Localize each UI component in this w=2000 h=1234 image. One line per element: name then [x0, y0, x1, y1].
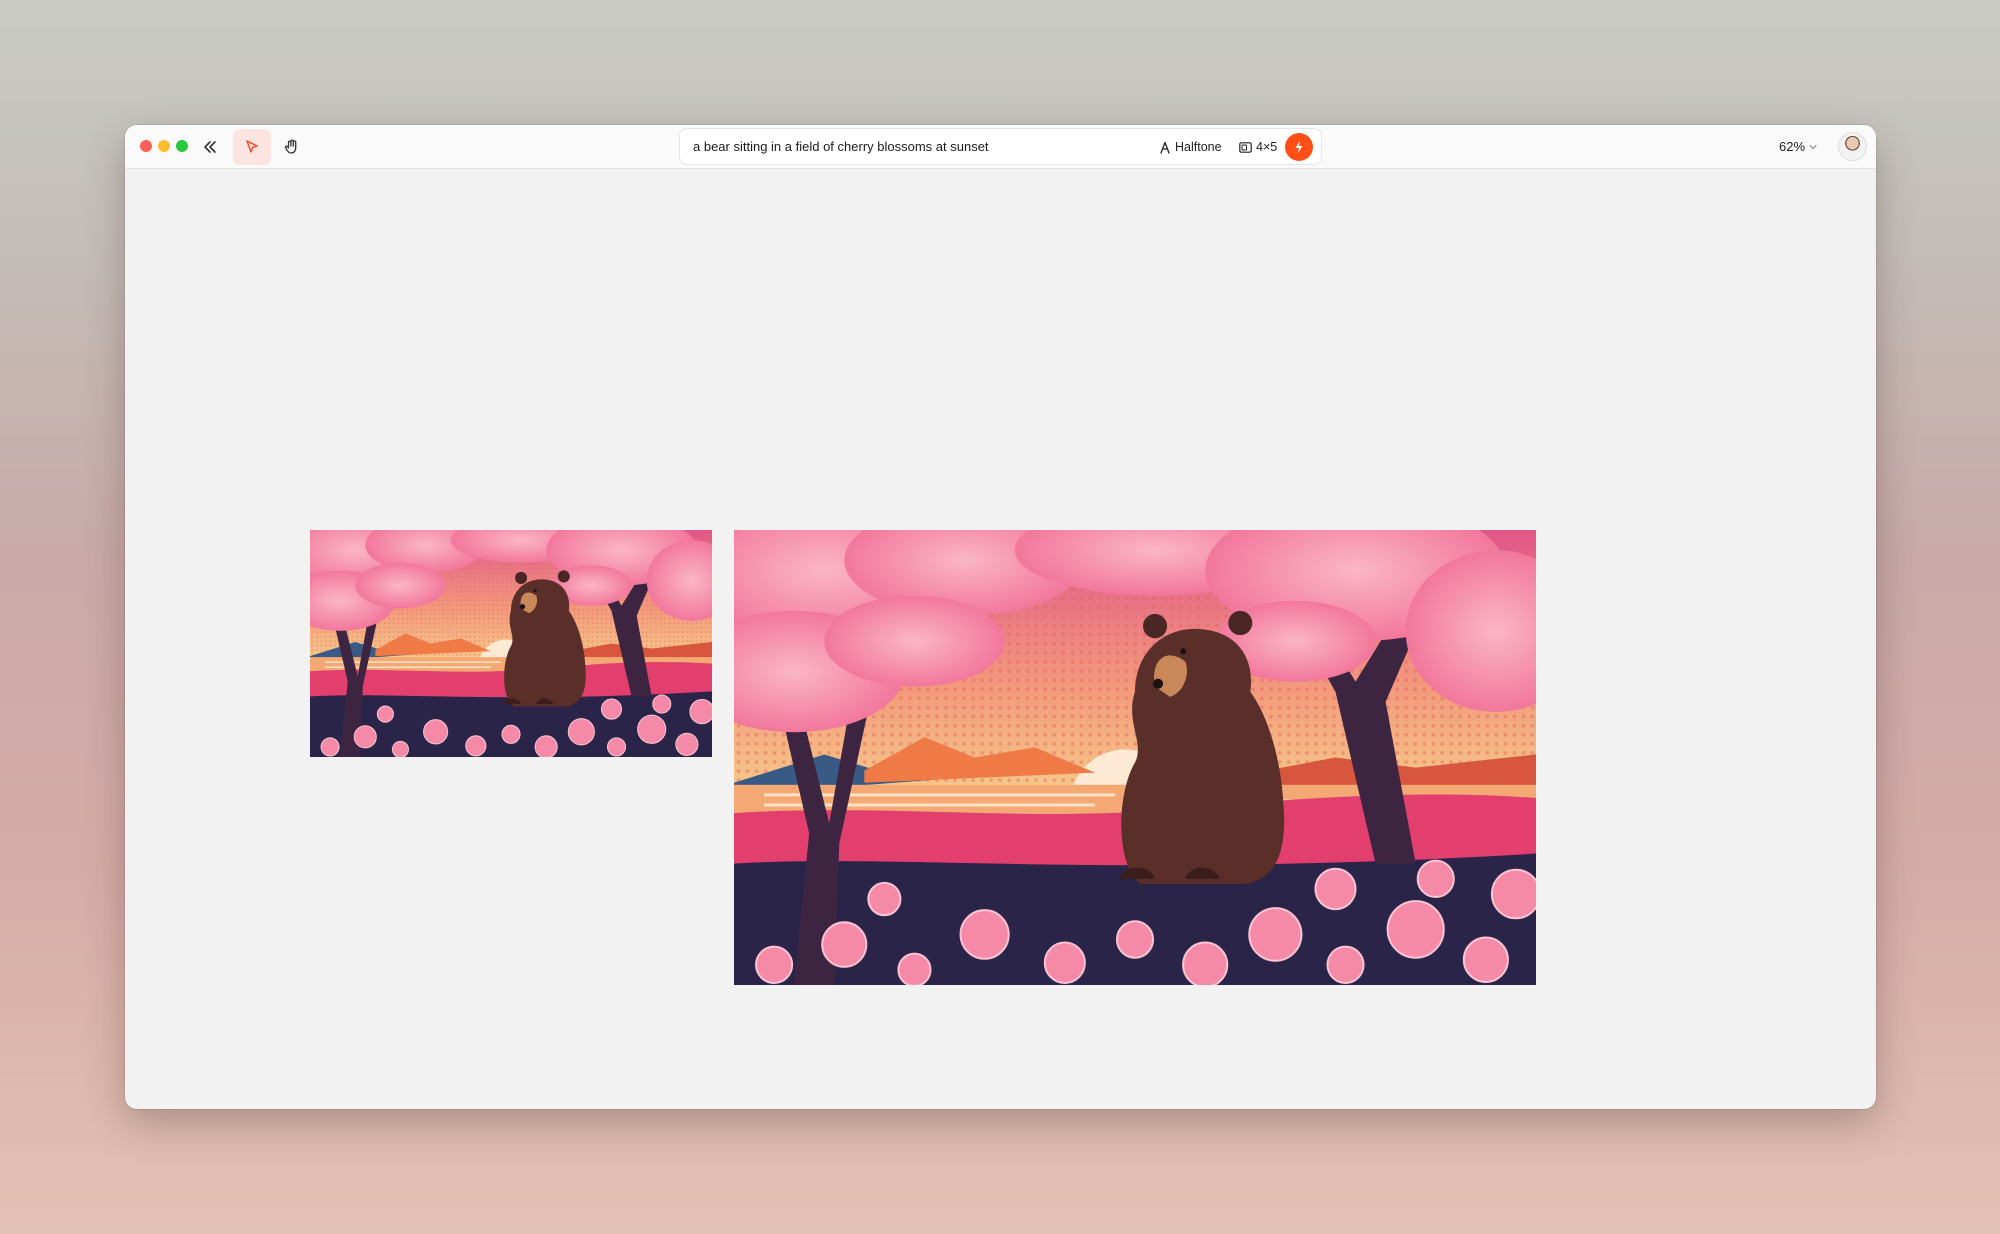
canvas[interactable]	[125, 169, 1876, 1109]
collapse-sidebar-button[interactable]	[197, 134, 223, 160]
hand-icon	[284, 139, 297, 154]
select-tool-button[interactable]	[233, 129, 271, 165]
generated-image-thumbnail[interactable]	[310, 530, 712, 757]
prompt-input[interactable]: a bear sitting in a field of cherry blos…	[693, 139, 989, 154]
style-label: Halftone	[1175, 140, 1222, 154]
app-window: a bear sitting in a field of cherry blos…	[125, 125, 1876, 1109]
generated-image-main[interactable]	[734, 530, 1536, 985]
minimize-window-button[interactable]	[158, 140, 170, 152]
artwork-illustration	[734, 530, 1536, 985]
aspect-ratio-icon	[1239, 141, 1252, 153]
chevron-down-icon	[1809, 144, 1817, 149]
zoom-dropdown[interactable]: 62%	[1779, 139, 1817, 154]
prompt-bar: a bear sitting in a field of cherry blos…	[679, 128, 1322, 165]
avatar[interactable]	[1838, 132, 1867, 161]
generate-button[interactable]	[1285, 133, 1313, 161]
compass-icon	[1160, 141, 1170, 154]
chevrons-left-icon	[204, 141, 216, 153]
cursor-arrow-icon	[246, 140, 258, 153]
ratio-label: 4×5	[1256, 140, 1278, 154]
zoom-level: 62%	[1779, 139, 1806, 154]
aspect-ratio-selector[interactable]: 4×5	[1239, 138, 1277, 156]
title-bar: a bear sitting in a field of cherry blos…	[125, 125, 1876, 169]
hand-tool-button[interactable]	[278, 133, 306, 161]
style-selector[interactable]: Halftone	[1159, 138, 1222, 156]
close-window-button[interactable]	[140, 140, 152, 152]
lightning-icon	[1295, 141, 1303, 153]
zoom-window-button[interactable]	[176, 140, 188, 152]
artwork-illustration	[310, 530, 712, 757]
